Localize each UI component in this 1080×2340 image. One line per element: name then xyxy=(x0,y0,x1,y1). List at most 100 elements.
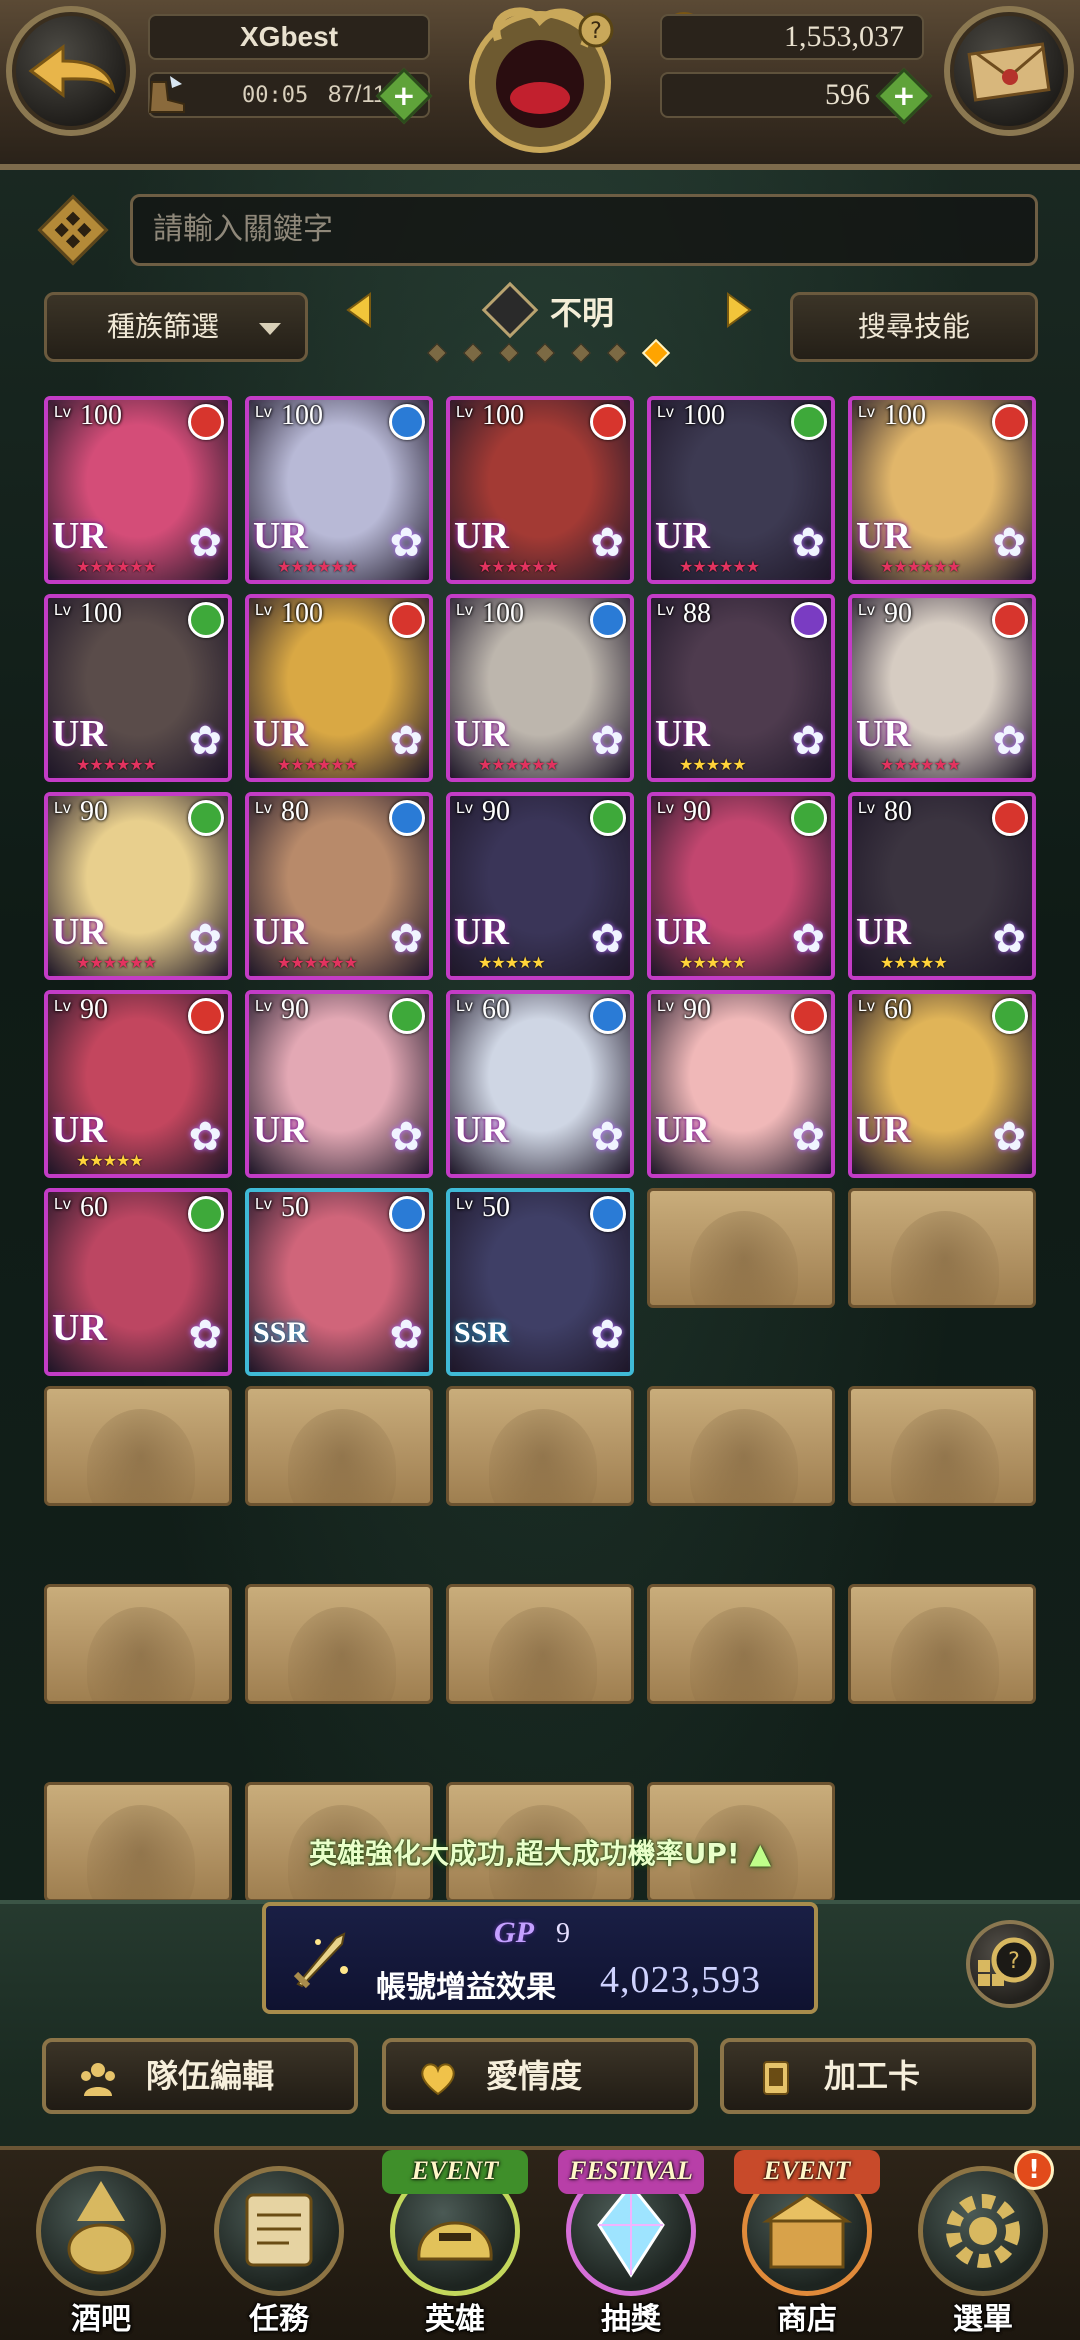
hero-level: 90 xyxy=(683,994,711,1025)
event-badge: EVENT xyxy=(734,2150,880,2194)
rarity-badge: UR xyxy=(655,713,710,755)
wanted-poster-card[interactable] xyxy=(848,1188,1036,1308)
awakening-flower-icon: ✿ xyxy=(389,718,423,764)
wanted-poster-card[interactable] xyxy=(446,1584,634,1704)
hero-card[interactable]: Lv 90 UR ✿ xyxy=(245,990,433,1178)
level-prefix: Lv xyxy=(54,1196,71,1213)
awakening-flower-icon: ✿ xyxy=(188,520,222,566)
level-prefix: Lv xyxy=(54,602,71,619)
hero-card[interactable]: Lv 80 UR ★★★★★★ ✿ xyxy=(245,792,433,980)
nav-menu[interactable]: ! 選單 xyxy=(898,2150,1068,2340)
rarity-badge: UR xyxy=(454,911,509,953)
element-blue-icon xyxy=(590,1196,626,1232)
next-attribute-arrow-icon[interactable] xyxy=(718,290,758,330)
hero-silhouette xyxy=(489,1409,597,1503)
wanted-poster-card[interactable] xyxy=(245,1386,433,1506)
hero-card[interactable]: Lv 90 UR ★★★★★ ✿ xyxy=(44,990,232,1178)
element-red-icon xyxy=(992,404,1028,440)
race-filter-dropdown[interactable]: 種族篩選 xyxy=(44,292,308,362)
hero-card[interactable]: Lv 100 UR ★★★★★★ ✿ xyxy=(446,396,634,584)
hero-silhouette xyxy=(891,1211,999,1305)
wanted-poster-card[interactable] xyxy=(446,1386,634,1506)
star-rating: ★★★★★★ xyxy=(478,755,559,774)
awakening-flower-icon: ✿ xyxy=(188,718,222,764)
star-rating: ★★★★★ xyxy=(679,755,747,774)
awakening-flower-icon: ✿ xyxy=(791,916,825,962)
wanted-poster-card[interactable] xyxy=(848,1584,1036,1704)
craft-card-button[interactable]: 加工卡 xyxy=(720,2038,1036,2114)
wanted-poster-card[interactable] xyxy=(647,1386,835,1506)
up-arrow-icon: ▲ xyxy=(749,1837,771,1870)
hero-card[interactable]: Lv 100 UR ★★★★★★ ✿ xyxy=(245,594,433,782)
hero-silhouette xyxy=(690,1409,798,1503)
star-rating: ★★★★★★ xyxy=(277,953,358,972)
hero-card[interactable]: Lv 100 UR ★★★★★★ ✿ xyxy=(245,396,433,584)
hero-card[interactable]: Lv 50 SSR ✿ xyxy=(245,1188,433,1376)
attribute-page-indicator xyxy=(427,338,671,368)
hero-card[interactable]: Lv 100 UR ★★★★★★ ✿ xyxy=(44,594,232,782)
element-red-icon xyxy=(992,800,1028,836)
wanted-poster-card[interactable] xyxy=(848,1386,1036,1506)
wanted-poster-card[interactable] xyxy=(647,1584,835,1704)
team-edit-button[interactable]: 隊伍編輯 xyxy=(42,2038,358,2114)
gp-effect-panel[interactable]: GP 9 帳號增益效果 4,023,593 xyxy=(262,1902,818,2014)
hero-card[interactable]: Lv 100 UR ★★★★★★ ✿ xyxy=(446,594,634,782)
affection-button[interactable]: 愛情度 xyxy=(382,2038,698,2114)
search-input[interactable]: 請輸入關鍵字 xyxy=(130,194,1038,266)
awakening-flower-icon: ✿ xyxy=(389,1312,423,1358)
nav-shop[interactable]: EVENT 商店 xyxy=(722,2150,892,2340)
level-prefix: Lv xyxy=(657,404,674,421)
awakening-flower-icon: ✿ xyxy=(389,1114,423,1160)
hero-card[interactable]: Lv 60 UR ✿ xyxy=(848,990,1036,1178)
element-blue-icon xyxy=(590,602,626,638)
hero-lookup-button[interactable]: ? xyxy=(966,1920,1054,2008)
level-prefix: Lv xyxy=(456,1196,473,1213)
hero-level: 90 xyxy=(281,994,309,1025)
hero-level: 100 xyxy=(482,598,524,629)
hero-card[interactable]: Lv 90 UR ★★★★★★ ✿ xyxy=(44,792,232,980)
rarity-badge: UR xyxy=(454,713,509,755)
hero-level: 100 xyxy=(281,598,323,629)
nav-heroes[interactable]: EVENT 英雄 xyxy=(370,2150,540,2340)
nav-tavern-label: 酒吧 xyxy=(71,2302,131,2337)
hero-card[interactable]: Lv 100 UR ★★★★★★ ✿ xyxy=(848,396,1036,584)
wanted-poster-card[interactable] xyxy=(44,1584,232,1704)
player-name: XGbest xyxy=(148,14,430,60)
hero-card[interactable]: Lv 90 UR ★★★★★ ✿ xyxy=(647,792,835,980)
awakening-flower-icon: ✿ xyxy=(791,718,825,764)
hero-card[interactable]: Lv 90 UR ✿ xyxy=(647,990,835,1178)
level-prefix: Lv xyxy=(255,998,272,1015)
hero-card[interactable]: Lv 60 UR ✿ xyxy=(446,990,634,1178)
hero-card[interactable]: Lv 100 UR ★★★★★★ ✿ xyxy=(44,396,232,584)
hero-level: 60 xyxy=(884,994,912,1025)
hero-level: 50 xyxy=(482,1192,510,1223)
wanted-poster-card[interactable] xyxy=(647,1188,835,1308)
hero-card[interactable]: Lv 50 SSR ✿ xyxy=(446,1188,634,1376)
nav-quests[interactable]: 任務 xyxy=(194,2150,364,2340)
card-icon xyxy=(763,2061,789,2095)
mail-button[interactable] xyxy=(944,6,1074,136)
hero-card[interactable]: Lv 90 UR ★★★★★★ ✿ xyxy=(848,594,1036,782)
hero-card[interactable]: Lv 88 UR ★★★★★ ✿ xyxy=(647,594,835,782)
back-button[interactable] xyxy=(6,6,136,136)
rarity-badge: UR xyxy=(253,911,308,953)
hero-card[interactable]: Lv 90 UR ★★★★★ ✿ xyxy=(446,792,634,980)
wanted-poster-card[interactable] xyxy=(44,1386,232,1506)
dragon-emblem[interactable]: ? xyxy=(458,0,622,170)
hero-card[interactable]: Lv 80 UR ★★★★★ ✿ xyxy=(848,792,1036,980)
hero-card[interactable]: Lv 100 UR ★★★★★★ ✿ xyxy=(647,396,835,584)
prev-attribute-arrow-icon[interactable] xyxy=(340,290,380,330)
nav-tavern[interactable]: 酒吧 xyxy=(16,2150,186,2340)
skill-search-button[interactable]: 搜尋技能 xyxy=(790,292,1038,362)
hero-card[interactable]: Lv 60 UR ✿ xyxy=(44,1188,232,1376)
gem-amount: 596 xyxy=(660,72,910,118)
hero-silhouette xyxy=(87,1409,195,1503)
element-green-icon xyxy=(188,602,224,638)
wanted-poster-card[interactable] xyxy=(245,1584,433,1704)
scroll-icon xyxy=(214,2166,344,2296)
page-dot xyxy=(499,343,519,363)
nav-summon[interactable]: FESTIVAL 抽獎 xyxy=(546,2150,716,2340)
boot-icon xyxy=(148,76,185,113)
hero-silhouette xyxy=(288,1607,396,1701)
star-rating: ★★★★★★ xyxy=(679,557,760,576)
